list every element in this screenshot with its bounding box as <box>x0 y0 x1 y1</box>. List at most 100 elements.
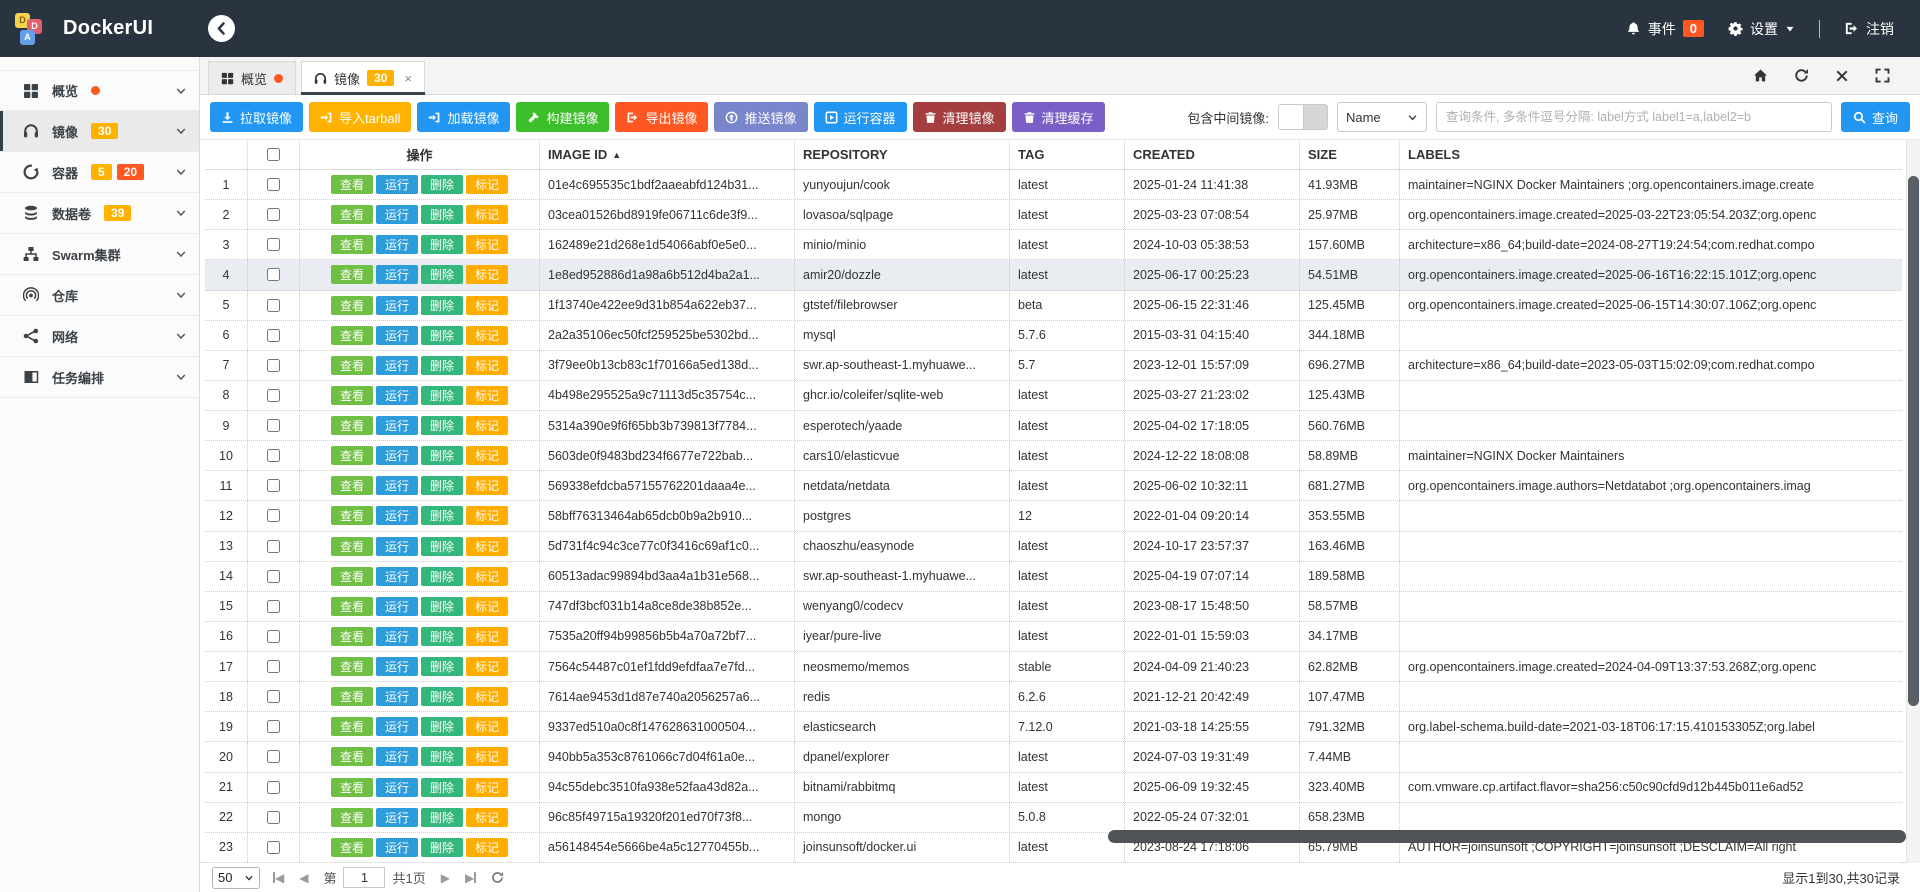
row-action-查看[interactable]: 查看 <box>331 175 373 194</box>
row-action-删除[interactable]: 删除 <box>421 326 463 345</box>
row-action-标记[interactable]: 标记 <box>466 416 508 435</box>
row-checkbox[interactable] <box>267 329 280 342</box>
page-number-input[interactable] <box>343 867 385 888</box>
row-checkbox[interactable] <box>267 540 280 553</box>
header-created[interactable]: CREATED <box>1125 140 1300 169</box>
row-action-运行[interactable]: 运行 <box>376 778 418 797</box>
row-action-删除[interactable]: 删除 <box>421 356 463 375</box>
filter-field-select[interactable]: Name <box>1337 102 1427 132</box>
row-checkbox[interactable] <box>267 720 280 733</box>
tab-images[interactable]: 镜像 30 × <box>301 61 425 94</box>
sidebar-item-仓库[interactable]: 仓库 <box>0 275 199 316</box>
header-labels[interactable]: LABELS <box>1400 140 1902 169</box>
search-button[interactable]: 查询 <box>1841 102 1910 132</box>
row-action-运行[interactable]: 运行 <box>376 838 418 857</box>
row-action-运行[interactable]: 运行 <box>376 265 418 284</box>
row-checkbox[interactable] <box>267 750 280 763</box>
row-action-运行[interactable]: 运行 <box>376 506 418 525</box>
row-action-运行[interactable]: 运行 <box>376 175 418 194</box>
row-action-删除[interactable]: 删除 <box>421 597 463 616</box>
row-checkbox[interactable] <box>267 178 280 191</box>
row-checkbox[interactable] <box>267 570 280 583</box>
sidebar-item-容器[interactable]: 容器 520 <box>0 152 199 193</box>
row-action-运行[interactable]: 运行 <box>376 597 418 616</box>
row-action-标记[interactable]: 标记 <box>466 326 508 345</box>
row-checkbox[interactable] <box>267 509 280 522</box>
next-page-button[interactable]: ▶ <box>441 871 450 885</box>
row-checkbox[interactable] <box>267 268 280 281</box>
refresh-table-icon[interactable] <box>491 871 504 884</box>
settings-menu[interactable]: 设置 <box>1728 19 1795 39</box>
row-action-运行[interactable]: 运行 <box>376 687 418 706</box>
row-action-标记[interactable]: 标记 <box>466 356 508 375</box>
row-action-标记[interactable]: 标记 <box>466 687 508 706</box>
row-checkbox[interactable] <box>267 359 280 372</box>
home-icon[interactable] <box>1753 68 1768 83</box>
row-action-标记[interactable]: 标记 <box>466 235 508 254</box>
row-action-删除[interactable]: 删除 <box>421 627 463 646</box>
events-menu[interactable]: 事件 0 <box>1626 19 1704 39</box>
row-action-运行[interactable]: 运行 <box>376 567 418 586</box>
row-action-标记[interactable]: 标记 <box>466 537 508 556</box>
toolbar-button-拉取镜像[interactable]: 拉取镜像 <box>210 102 303 132</box>
row-action-查看[interactable]: 查看 <box>331 627 373 646</box>
row-checkbox[interactable] <box>267 690 280 703</box>
row-action-查看[interactable]: 查看 <box>331 356 373 375</box>
toolbar-button-导出镜像[interactable]: 导出镜像 <box>615 102 708 132</box>
row-action-标记[interactable]: 标记 <box>466 446 508 465</box>
row-checkbox[interactable] <box>267 841 280 854</box>
prev-page-button[interactable]: ◀ <box>299 871 308 885</box>
page-size-select[interactable]: 50 <box>212 867 260 889</box>
row-action-标记[interactable]: 标记 <box>466 657 508 676</box>
row-action-运行[interactable]: 运行 <box>376 476 418 495</box>
row-action-标记[interactable]: 标记 <box>466 747 508 766</box>
row-action-运行[interactable]: 运行 <box>376 808 418 827</box>
row-checkbox[interactable] <box>267 630 280 643</box>
row-action-标记[interactable]: 标记 <box>466 506 508 525</box>
row-checkbox[interactable] <box>267 208 280 221</box>
row-action-查看[interactable]: 查看 <box>331 567 373 586</box>
row-action-查看[interactable]: 查看 <box>331 838 373 857</box>
first-page-button[interactable]: ◀ <box>273 871 284 885</box>
search-input[interactable] <box>1436 102 1832 132</box>
row-action-删除[interactable]: 删除 <box>421 416 463 435</box>
row-action-标记[interactable]: 标记 <box>466 296 508 315</box>
row-checkbox[interactable] <box>267 299 280 312</box>
row-checkbox[interactable] <box>267 781 280 794</box>
row-checkbox[interactable] <box>267 238 280 251</box>
row-action-标记[interactable]: 标记 <box>466 808 508 827</box>
header-repository[interactable]: REPOSITORY <box>795 140 1010 169</box>
row-action-删除[interactable]: 删除 <box>421 717 463 736</box>
toolbar-button-推送镜像[interactable]: 推送镜像 <box>714 102 807 132</box>
row-action-标记[interactable]: 标记 <box>466 567 508 586</box>
row-action-查看[interactable]: 查看 <box>331 326 373 345</box>
row-action-删除[interactable]: 删除 <box>421 235 463 254</box>
sidebar-item-网络[interactable]: 网络 <box>0 316 199 357</box>
row-action-运行[interactable]: 运行 <box>376 386 418 405</box>
refresh-icon[interactable] <box>1794 68 1809 83</box>
row-action-标记[interactable]: 标记 <box>466 597 508 616</box>
row-checkbox[interactable] <box>267 479 280 492</box>
row-action-查看[interactable]: 查看 <box>331 747 373 766</box>
row-action-标记[interactable]: 标记 <box>466 627 508 646</box>
row-action-查看[interactable]: 查看 <box>331 386 373 405</box>
row-action-删除[interactable]: 删除 <box>421 265 463 284</box>
row-action-标记[interactable]: 标记 <box>466 205 508 224</box>
row-action-查看[interactable]: 查看 <box>331 808 373 827</box>
row-action-运行[interactable]: 运行 <box>376 235 418 254</box>
row-action-运行[interactable]: 运行 <box>376 717 418 736</box>
row-action-查看[interactable]: 查看 <box>331 416 373 435</box>
row-action-删除[interactable]: 删除 <box>421 838 463 857</box>
row-action-查看[interactable]: 查看 <box>331 296 373 315</box>
tab-overview[interactable]: 概览 <box>208 61 296 94</box>
sidebar-collapse-button[interactable] <box>208 15 235 42</box>
row-action-查看[interactable]: 查看 <box>331 446 373 465</box>
row-action-运行[interactable]: 运行 <box>376 657 418 676</box>
vertical-scrollbar[interactable] <box>1906 140 1920 863</box>
horizontal-scrollbar-thumb[interactable] <box>1108 830 1906 843</box>
row-action-运行[interactable]: 运行 <box>376 296 418 315</box>
row-action-查看[interactable]: 查看 <box>331 778 373 797</box>
close-tab-icon[interactable]: × <box>404 71 412 86</box>
intermediate-images-toggle[interactable] <box>1278 104 1328 130</box>
sidebar-item-镜像[interactable]: 镜像 30 <box>0 111 199 152</box>
